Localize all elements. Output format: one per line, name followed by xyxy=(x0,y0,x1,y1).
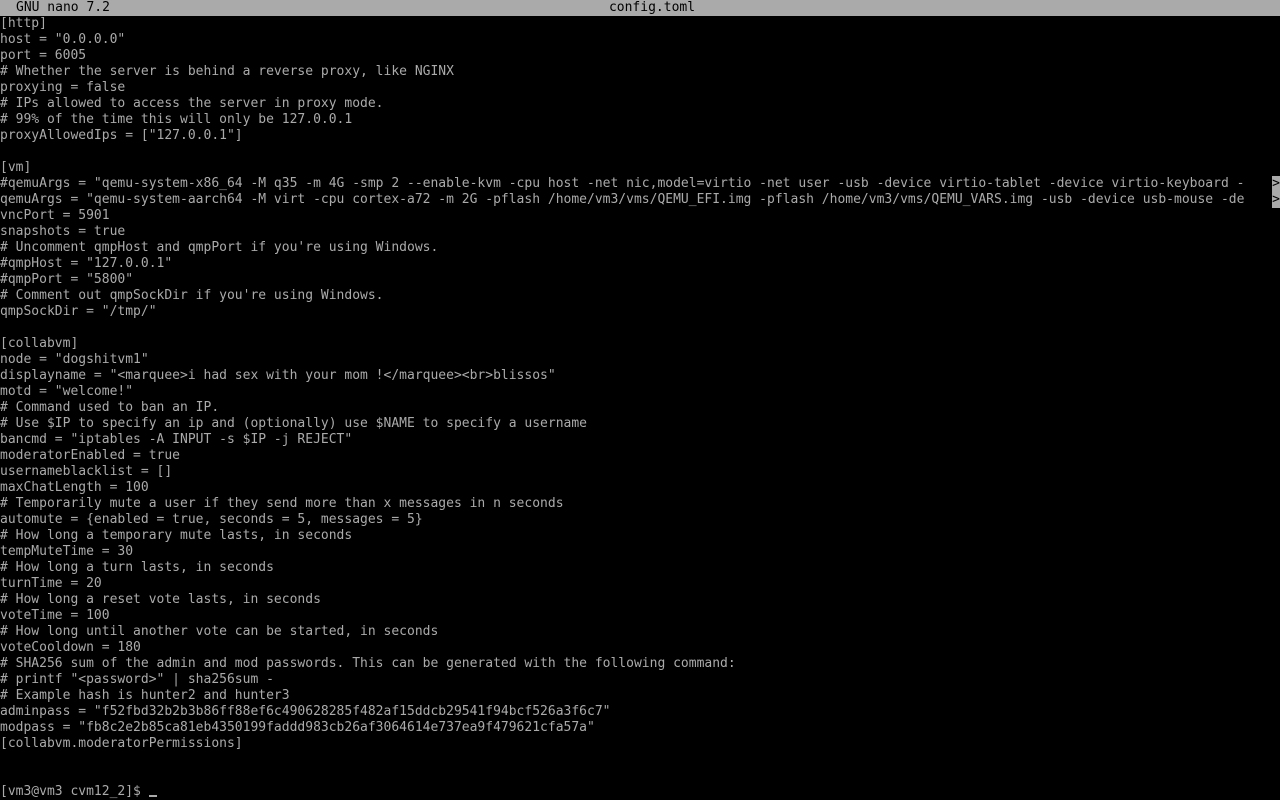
editor-line-text: [collabvm] xyxy=(0,336,79,351)
editor-line-text: voteCooldown = 180 xyxy=(0,640,141,655)
editor-line-text: automute = {enabled = true, seconds = 5,… xyxy=(0,512,423,527)
editor-line[interactable]: snapshots = true xyxy=(0,224,1280,240)
editor-line[interactable]: bancmd = "iptables -A INPUT -s $IP -j RE… xyxy=(0,432,1280,448)
editor-line[interactable]: #qmpPort = "5800" xyxy=(0,272,1280,288)
editor-line[interactable] xyxy=(0,320,1280,336)
editor-line[interactable]: qmpSockDir = "/tmp/" xyxy=(0,304,1280,320)
editor-line-text: proxyAllowedIps = ["127.0.0.1"] xyxy=(0,128,243,143)
editor-line-text: # Use $IP to specify an ip and (optional… xyxy=(0,416,587,431)
editor-line[interactable]: motd = "welcome!" xyxy=(0,384,1280,400)
editor-line[interactable]: voteTime = 100 xyxy=(0,608,1280,624)
editor-line-text: # IPs allowed to access the server in pr… xyxy=(0,96,384,111)
editor-line[interactable]: [collabvm] xyxy=(0,336,1280,352)
editor-line[interactable]: # printf "<password>" | sha256sum - xyxy=(0,672,1280,688)
editor-line-text: voteTime = 100 xyxy=(0,608,110,623)
editor-line[interactable]: usernameblacklist = [] xyxy=(0,464,1280,480)
editor-line-text: snapshots = true xyxy=(0,224,126,239)
editor-line-text: qmpSockDir = "/tmp/" xyxy=(0,304,157,319)
editor-line[interactable]: [vm] xyxy=(0,160,1280,176)
editor-line[interactable]: # IPs allowed to access the server in pr… xyxy=(0,96,1280,112)
editor-line[interactable]: # Whether the server is behind a reverse… xyxy=(0,64,1280,80)
editor-line[interactable]: host = "0.0.0.0" xyxy=(0,32,1280,48)
editor-line[interactable]: voteCooldown = 180 xyxy=(0,640,1280,656)
editor-line[interactable]: #qemuArgs = "qemu-system-x86_64 -M q35 -… xyxy=(0,176,1280,192)
editor-line[interactable]: # SHA256 sum of the admin and mod passwo… xyxy=(0,656,1280,672)
editor-line-text: host = "0.0.0.0" xyxy=(0,32,126,47)
editor-line[interactable]: port = 6005 xyxy=(0,48,1280,64)
editor-line-text: #qmpPort = "5800" xyxy=(0,272,134,287)
text-cursor xyxy=(148,795,157,797)
editor-line-text: port = 6005 xyxy=(0,48,87,63)
editor-line-text: node = "dogshitvm1" xyxy=(0,352,149,367)
editor-line[interactable]: # How long until another vote can be sta… xyxy=(0,624,1280,640)
file-name-label: config.toml xyxy=(608,0,696,15)
editor-line-text: proxying = false xyxy=(0,80,126,95)
editor-line-text: maxChatLength = 100 xyxy=(0,480,149,495)
editor-line[interactable]: qemuArgs = "qemu-system-aarch64 -M virt … xyxy=(0,192,1280,208)
editor-line-text: bancmd = "iptables -A INPUT -s $IP -j RE… xyxy=(0,432,353,447)
editor-line[interactable]: # 99% of the time this will only be 127.… xyxy=(0,112,1280,128)
editor-line-text: adminpass = "f52fbd32b2b3b86ff88ef6c4906… xyxy=(0,704,611,719)
editor-line-text: modpass = "fb8c2e2b85ca81eb4350199faddd9… xyxy=(0,720,595,735)
editor-line-text: # Comment out qmpSockDir if you're using… xyxy=(0,288,384,303)
editor-line-text: # SHA256 sum of the admin and mod passwo… xyxy=(0,656,736,671)
editor-line-text: tempMuteTime = 30 xyxy=(0,544,134,559)
editor-line-text: #qmpHost = "127.0.0.1" xyxy=(0,256,173,271)
editor-line[interactable]: # Command used to ban an IP. xyxy=(0,400,1280,416)
editor-line-text: #qemuArgs = "qemu-system-x86_64 -M q35 -… xyxy=(0,176,1245,191)
editor-line[interactable]: turnTime = 20 xyxy=(0,576,1280,592)
editor-line-text: # Example hash is hunter2 and hunter3 xyxy=(0,688,290,703)
editor-line[interactable]: # How long a turn lasts, in seconds xyxy=(0,560,1280,576)
editor-line[interactable]: # Uncomment qmpHost and qmpPort if you'r… xyxy=(0,240,1280,256)
editor-line-text: # How long a turn lasts, in seconds xyxy=(0,560,274,575)
editor-line[interactable]: moderatorEnabled = true xyxy=(0,448,1280,464)
editor-line-text: vncPort = 5901 xyxy=(0,208,110,223)
editor-line[interactable]: modpass = "fb8c2e2b85ca81eb4350199faddd9… xyxy=(0,720,1280,736)
editor-line-text: # 99% of the time this will only be 127.… xyxy=(0,112,353,127)
editor-line-text: displayname = "<marquee>i had sex with y… xyxy=(0,368,556,383)
terminal-window[interactable]: GNU nano 7.2 config.toml [http] host = "0… xyxy=(0,0,1280,800)
editor-line[interactable]: vncPort = 5901 xyxy=(0,208,1280,224)
editor-line-text: motd = "welcome!" xyxy=(0,384,134,399)
editor-line[interactable]: node = "dogshitvm1" xyxy=(0,352,1280,368)
editor-line-text: # printf "<password>" | sha256sum - xyxy=(0,672,274,687)
editor-line-text: qemuArgs = "qemu-system-aarch64 -M virt … xyxy=(0,192,1245,207)
editor-line[interactable]: displayname = "<marquee>i had sex with y… xyxy=(0,368,1280,384)
editor-line-text: # How long until another vote can be sta… xyxy=(0,624,439,639)
editor-line-text: # Uncomment qmpHost and qmpPort if you'r… xyxy=(0,240,439,255)
editor-line[interactable] xyxy=(0,144,1280,160)
editor-line-text: moderatorEnabled = true xyxy=(0,448,181,463)
editor-line[interactable]: [collabvm.moderatorPermissions] xyxy=(0,736,1280,752)
editor-line[interactable]: maxChatLength = 100 xyxy=(0,480,1280,496)
editor-line-text: [vm] xyxy=(0,160,32,175)
editor-line-text: usernameblacklist = [] xyxy=(0,464,173,479)
editor-line[interactable]: # How long a reset vote lasts, in second… xyxy=(0,592,1280,608)
editor-line[interactable]: # Comment out qmpSockDir if you're using… xyxy=(0,288,1280,304)
editor-line[interactable]: # How long a temporary mute lasts, in se… xyxy=(0,528,1280,544)
editor-line[interactable]: #qmpHost = "127.0.0.1" xyxy=(0,256,1280,272)
editor-line-text: # How long a temporary mute lasts, in se… xyxy=(0,528,353,543)
shell-prompt: [vm3@vm3 cvm12_2]$ xyxy=(0,784,141,799)
editor-line-text: [http] xyxy=(0,16,47,31)
editor-line[interactable]: proxying = false xyxy=(0,80,1280,96)
editor-line[interactable]: # Use $IP to specify an ip and (optional… xyxy=(0,416,1280,432)
editor-line-text: # Command used to ban an IP. xyxy=(0,400,220,415)
editor-line[interactable]: [http] xyxy=(0,16,1280,32)
shell-prompt-line[interactable]: [vm3@vm3 cvm12_2]$ xyxy=(0,784,1280,800)
editor-line[interactable]: automute = {enabled = true, seconds = 5,… xyxy=(0,512,1280,528)
editor-line-text: turnTime = 20 xyxy=(0,576,102,591)
nano-title-bar: GNU nano 7.2 config.toml xyxy=(0,0,1280,16)
editor-text-area[interactable]: [http] host = "0.0.0.0" port = 6005 # Wheth… xyxy=(0,16,1280,752)
line-overflow-marker: > xyxy=(1272,176,1280,192)
editor-line-text: # How long a reset vote lasts, in second… xyxy=(0,592,321,607)
editor-line-text: [collabvm.moderatorPermissions] xyxy=(0,736,243,751)
editor-line[interactable]: tempMuteTime = 30 xyxy=(0,544,1280,560)
editor-line[interactable]: adminpass = "f52fbd32b2b3b86ff88ef6c4906… xyxy=(0,704,1280,720)
editor-line-text: # Temporarily mute a user if they send m… xyxy=(0,496,564,511)
line-overflow-marker: > xyxy=(1272,192,1280,208)
editor-line[interactable]: # Temporarily mute a user if they send m… xyxy=(0,496,1280,512)
editor-line[interactable]: proxyAllowedIps = ["127.0.0.1"] xyxy=(0,128,1280,144)
editor-line-text: # Whether the server is behind a reverse… xyxy=(0,64,454,79)
editor-line[interactable]: # Example hash is hunter2 and hunter3 xyxy=(0,688,1280,704)
